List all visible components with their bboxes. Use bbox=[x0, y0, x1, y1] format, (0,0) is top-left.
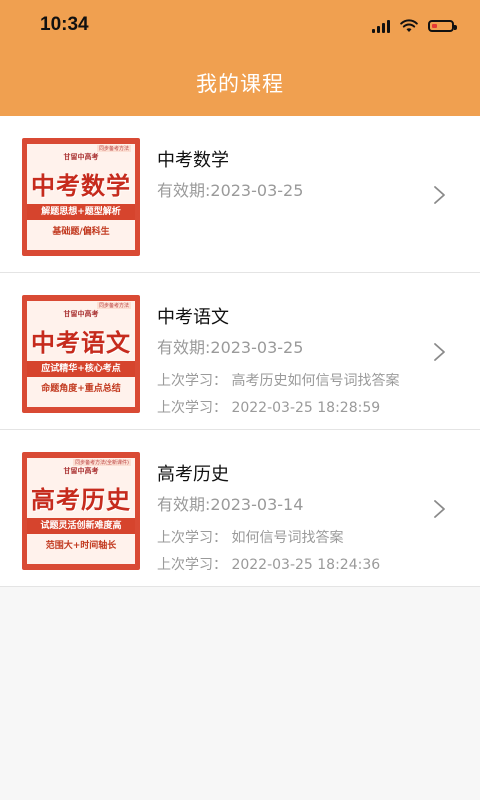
cover-brand: 甘留中高考 bbox=[63, 467, 99, 475]
page-title: 我的课程 bbox=[196, 72, 284, 96]
cover-subtitle: 命题角度+重点总结 bbox=[41, 384, 121, 394]
course-validity: 有效期:2023-03-25 bbox=[157, 338, 304, 357]
cover-subtitle: 基础题/偏科生 bbox=[52, 227, 110, 237]
last-study-course: 上次学习： 高考历史如何信号词找答案 bbox=[157, 373, 400, 389]
course-name: 中考语文 bbox=[157, 307, 229, 328]
cover-tag: 同步备考方法(全新课件) bbox=[73, 459, 131, 466]
app-header: 10:34 我的课程 bbox=[0, 0, 480, 116]
cover-tag: 同步备考方法 bbox=[96, 145, 131, 152]
cover-brand: 甘留中高考 bbox=[63, 153, 99, 161]
cover-tag: 同步备考方法 bbox=[96, 302, 131, 309]
battery-icon bbox=[428, 20, 457, 32]
course-item-history[interactable]: 同步备考方法(全新课件) 甘留中高考 高考历史 试题灵活创新难度高 范围大+时间… bbox=[0, 430, 480, 587]
last-study-time: 上次学习： 2022-03-25 18:24:36 bbox=[157, 557, 381, 573]
cover-brand: 甘留中高考 bbox=[63, 310, 99, 318]
course-validity: 有效期:2023-03-25 bbox=[157, 181, 304, 200]
chevron-right-icon[interactable] bbox=[428, 341, 450, 363]
last-study-course: 上次学习： 如何信号词找答案 bbox=[157, 530, 344, 546]
cover-band: 试题灵活创新难度高 bbox=[27, 518, 135, 534]
course-name: 高考历史 bbox=[157, 464, 229, 485]
course-cover-image: 同步备考方法 甘留中高考 中考数学 解题思想+题型解析 基础题/偏科生 bbox=[22, 138, 140, 256]
chevron-right-icon[interactable] bbox=[428, 184, 450, 206]
last-study-time: 上次学习： 2022-03-25 18:28:59 bbox=[157, 400, 381, 416]
cover-subtitle: 范围大+时间轴长 bbox=[45, 541, 117, 551]
cover-title: 中考语文 bbox=[31, 329, 131, 357]
signal-icon bbox=[372, 19, 390, 33]
cover-band: 解题思想+题型解析 bbox=[27, 204, 135, 220]
course-list: 同步备考方法 甘留中高考 中考数学 解题思想+题型解析 基础题/偏科生 中考数学… bbox=[0, 116, 480, 587]
course-cover-image: 同步备考方法 甘留中高考 中考语文 应试精华+核心考点 命题角度+重点总结 bbox=[22, 295, 140, 413]
chevron-right-icon[interactable] bbox=[428, 498, 450, 520]
status-icons bbox=[372, 16, 457, 36]
course-item-math[interactable]: 同步备考方法 甘留中高考 中考数学 解题思想+题型解析 基础题/偏科生 中考数学… bbox=[0, 116, 480, 273]
cover-band: 应试精华+核心考点 bbox=[27, 361, 135, 377]
cover-title: 中考数学 bbox=[31, 172, 131, 200]
course-item-chinese[interactable]: 同步备考方法 甘留中高考 中考语文 应试精华+核心考点 命题角度+重点总结 中考… bbox=[0, 273, 480, 430]
course-validity: 有效期:2023-03-14 bbox=[157, 495, 304, 514]
wifi-icon bbox=[400, 19, 418, 32]
cover-title: 高考历史 bbox=[31, 486, 131, 514]
status-time: 10:34 bbox=[40, 14, 89, 35]
course-cover-image: 同步备考方法(全新课件) 甘留中高考 高考历史 试题灵活创新难度高 范围大+时间… bbox=[22, 452, 140, 570]
course-name: 中考数学 bbox=[157, 150, 229, 171]
